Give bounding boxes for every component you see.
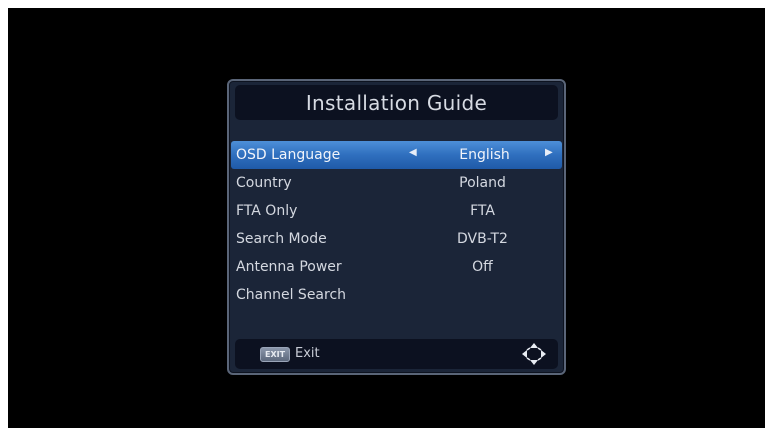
row-value: Off <box>472 259 493 275</box>
settings-list: OSD Language ◀ English ▶ Country Poland … <box>229 141 564 309</box>
installation-guide-dialog: Installation Guide OSD Language ◀ Englis… <box>227 79 566 375</box>
title-bar: Installation Guide <box>235 85 558 120</box>
arrow-right-icon[interactable]: ▶ <box>545 147 553 158</box>
row-label: Antenna Power <box>236 259 342 275</box>
row-osd-language[interactable]: OSD Language ◀ English ▶ <box>231 141 562 169</box>
row-value: English <box>459 147 510 163</box>
row-search-mode[interactable]: Search Mode DVB-T2 <box>229 225 564 253</box>
row-value: FTA <box>470 203 495 219</box>
row-fta-only[interactable]: FTA Only FTA <box>229 197 564 225</box>
row-label: Channel Search <box>236 287 347 303</box>
row-antenna-power[interactable]: Antenna Power Off <box>229 253 564 281</box>
navigation-arrows-icon <box>522 343 546 365</box>
row-label: FTA Only <box>236 203 298 219</box>
row-value: DVB-T2 <box>457 231 508 247</box>
row-label: OSD Language <box>236 147 341 163</box>
footer-bar: EXIT Exit <box>235 339 558 369</box>
exit-label: Exit <box>295 346 320 361</box>
row-value: Poland <box>459 175 506 191</box>
row-channel-search[interactable]: Channel Search <box>229 281 564 309</box>
tv-screen: Installation Guide OSD Language ◀ Englis… <box>8 8 765 428</box>
dialog-title: Installation Guide <box>305 90 488 115</box>
row-country[interactable]: Country Poland <box>229 169 564 197</box>
exit-key-icon[interactable]: EXIT <box>260 347 291 362</box>
row-label: Search Mode <box>236 231 327 247</box>
row-label: Country <box>236 175 292 191</box>
